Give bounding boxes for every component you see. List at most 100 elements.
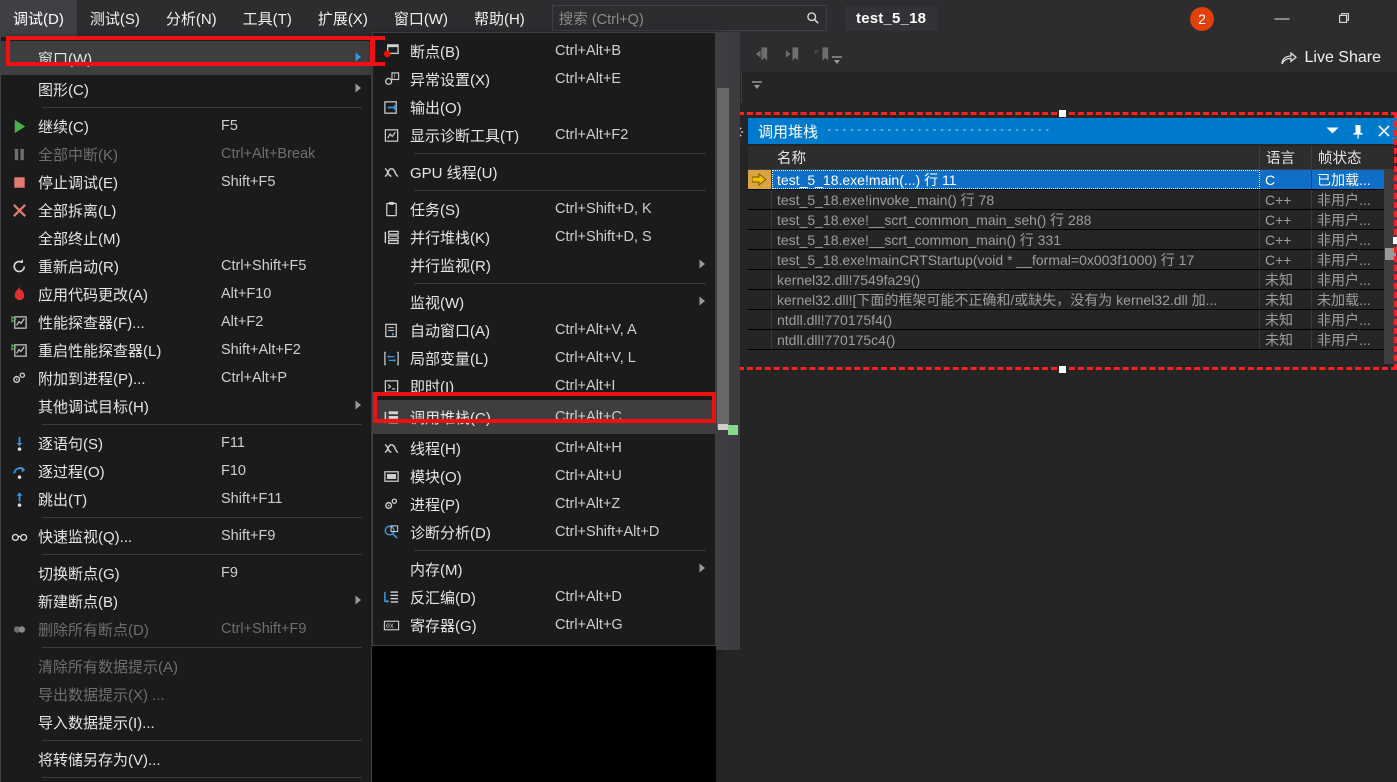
menu-item[interactable]: 任务(S) Ctrl+Shift+D, K [373, 195, 715, 223]
call-stack-row[interactable]: kernel32.dll!7549fa29() 未知 非用户... [748, 270, 1397, 290]
row-gutter [748, 270, 772, 289]
previous-bookmark-icon[interactable] [753, 45, 770, 63]
menu-item[interactable]: 导入数据提示(I)... [1, 708, 371, 736]
restore-button[interactable] [1327, 6, 1361, 30]
menubar-item-extensions[interactable]: 扩展(X) [305, 0, 381, 36]
gears-icon [1, 364, 38, 392]
menu-item[interactable]: 显示诊断工具(T) Ctrl+Alt+F2 [373, 121, 715, 149]
menu-item[interactable]: 停止调试(E) Shift+F5 [1, 168, 371, 196]
menubar-item-window[interactable]: 窗口(W) [381, 0, 461, 36]
menu-item[interactable]: 图形(C) [1, 75, 371, 103]
toolbar-overflow-icon-2[interactable] [750, 80, 764, 92]
menu-item[interactable]: 诊断分析(D) Ctrl+Shift+Alt+D [373, 518, 715, 546]
tasks-icon [373, 195, 410, 223]
menu-item[interactable]: 附加到进程(P)... Ctrl+Alt+P [1, 364, 371, 392]
menu-item[interactable]: 其他调试目标(H) [1, 392, 371, 420]
submenu-scrollbar-thumb[interactable] [717, 88, 729, 428]
menu-item[interactable]: 调用堆栈(C) Ctrl+Alt+C [373, 400, 715, 434]
menu-item[interactable]: 继续(C) F5 [1, 112, 371, 140]
menu-item-shortcut: Alt+F10 [221, 286, 272, 302]
search-input[interactable]: 搜索 (Ctrl+Q) [559, 8, 806, 29]
column-header-language[interactable]: 语言 [1260, 146, 1312, 169]
menu-item[interactable]: 并行堆栈(K) Ctrl+Shift+D, S [373, 223, 715, 251]
call-stack-row[interactable]: test_5_18.exe!invoke_main() 行 78 C++ 非用户..… [748, 190, 1397, 210]
menu-item-gutter [373, 288, 410, 316]
menubar-item-help[interactable]: 帮助(H) [461, 0, 538, 36]
clear-bookmarks-icon[interactable]: × [814, 45, 831, 63]
menu-item[interactable]: 局部变量(L) Ctrl+Alt+V, L [373, 344, 715, 372]
live-share-button[interactable]: Live Share [1280, 45, 1381, 71]
menu-item[interactable]: 逐语句(S) F11 [1, 429, 371, 457]
menu-item[interactable]: 即时(I) Ctrl+Alt+I [373, 372, 715, 400]
menu-item[interactable]: 窗口(W) [1, 41, 371, 75]
search-icon[interactable] [806, 11, 820, 25]
menu-item[interactable]: 线程(H) Ctrl+Alt+H [373, 434, 715, 462]
call-stack-vertical-scrollbar[interactable] [1384, 170, 1397, 364]
call-stack-row[interactable]: test_5_18.exe!__scrt_common_main_seh() 行… [748, 210, 1397, 230]
menu-item-shortcut: Ctrl+Shift+D, K [555, 201, 652, 217]
menu-item[interactable]: 自动窗口(A) Ctrl+Alt+V, A [373, 316, 715, 344]
locals-icon [373, 344, 410, 372]
menu-item[interactable]: 跳出(T) Shift+F11 [1, 485, 371, 513]
next-bookmark-icon[interactable] [784, 45, 801, 63]
frame-language: C++ [1260, 230, 1312, 249]
notification-badge[interactable]: 2 [1190, 7, 1214, 31]
call-stack-row[interactable]: test_5_18.exe!mainCRTStartup(void * __fo… [748, 250, 1397, 270]
menu-item[interactable]: 反汇编(D) Ctrl+Alt+D [373, 583, 715, 611]
menu-item[interactable]: 全部拆离(L) [1, 196, 371, 224]
menu-item[interactable]: 切换断点(G) F9 [1, 559, 371, 587]
toolwindow-dropdown-icon[interactable] [1319, 127, 1345, 135]
menubar-item-test[interactable]: 测试(S) [77, 0, 153, 36]
menu-item[interactable]: 重启性能探查器(L) Shift+Alt+F2 [1, 336, 371, 364]
call-stack-row[interactable]: test_5_18.exe!__scrt_common_main() 行 331… [748, 230, 1397, 250]
stop-icon [1, 168, 38, 196]
call-stack-row[interactable]: test_5_18.exe!main(...) 行 11 C 已加载... [748, 170, 1397, 190]
menu-item-shortcut: Ctrl+Shift+F9 [221, 621, 307, 637]
menu-item-label: 输出(O) [410, 99, 462, 117]
toolbar-overflow-icon-1[interactable] [830, 55, 844, 67]
row-gutter [748, 210, 772, 229]
menu-item[interactable]: 断点(B) Ctrl+Alt+B [373, 37, 715, 65]
menubar-item-tools[interactable]: 工具(T) [230, 0, 305, 36]
menu-item[interactable]: 重新启动(R) Ctrl+Shift+F5 [1, 252, 371, 280]
chevron-right-icon [355, 400, 362, 413]
breakpoint-icon [373, 37, 410, 65]
chevron-right-icon [355, 52, 362, 65]
menu-item[interactable]: 新建断点(B) [1, 587, 371, 615]
row-gutter [748, 290, 772, 309]
column-header-name[interactable]: 名称 [748, 146, 1260, 169]
menu-item[interactable]: 性能探查器(F)... Alt+F2 [1, 308, 371, 336]
call-stack-row[interactable]: kernel32.dll![下面的框架可能不正确和/或缺失，没有为 kernel… [748, 290, 1397, 310]
menu-item-shortcut: Shift+F9 [221, 528, 276, 544]
column-header-frame-state[interactable]: 帧状态 [1312, 146, 1397, 169]
call-stack-rows: test_5_18.exe!main(...) 行 11 C 已加载... test_… [748, 170, 1397, 364]
call-stack-row[interactable]: ntdll.dll!770175f4() 未知 非用户... [748, 310, 1397, 330]
toolwindow-pin-icon[interactable] [1345, 124, 1371, 139]
menu-item[interactable]: 0X 寄存器(G) Ctrl+Alt+G [373, 611, 715, 639]
menubar-item-debug[interactable]: 调试(D) [0, 0, 77, 36]
titlebar-drag-dots[interactable] [818, 118, 1319, 144]
menu-item[interactable]: ! 异常设置(X) Ctrl+Alt+E [373, 65, 715, 93]
menu-item[interactable]: 模块(O) Ctrl+Alt+U [373, 462, 715, 490]
menu-item[interactable]: 输出(O) [373, 93, 715, 121]
menu-item[interactable]: 全部终止(M) [1, 224, 371, 252]
menu-item[interactable]: 监视(W) [373, 288, 715, 316]
menu-item[interactable]: 并行监视(R) [373, 251, 715, 279]
call-stack-titlebar[interactable]: 调用堆栈 [748, 118, 1397, 144]
menu-item[interactable]: 快速监视(Q)... Shift+F9 [1, 522, 371, 550]
toolwindow-close-icon[interactable] [1371, 125, 1397, 137]
glasses-icon [1, 522, 38, 550]
call-stack-scrollbar-thumb[interactable] [1385, 248, 1396, 260]
chevron-right-icon [699, 259, 706, 272]
menu-item[interactable]: 应用代码更改(A) Alt+F10 [1, 280, 371, 308]
menu-item[interactable]: 将转储另存为(V)... [1, 745, 371, 773]
frame-name: test_5_18.exe!__scrt_common_main() 行 331 [772, 230, 1260, 249]
menu-item[interactable]: 进程(P) Ctrl+Alt+Z [373, 490, 715, 518]
menu-item[interactable]: 逐过程(O) F10 [1, 457, 371, 485]
minimize-button[interactable]: — [1265, 6, 1299, 30]
call-stack-row[interactable]: ntdll.dll!770175c4() 未知 非用户... [748, 330, 1397, 350]
menu-item[interactable]: 内存(M) [373, 555, 715, 583]
menubar-item-analyze[interactable]: 分析(N) [153, 0, 230, 36]
search-box[interactable]: 搜索 (Ctrl+Q) [551, 5, 827, 31]
menu-item[interactable]: GPU 线程(U) [373, 158, 715, 186]
